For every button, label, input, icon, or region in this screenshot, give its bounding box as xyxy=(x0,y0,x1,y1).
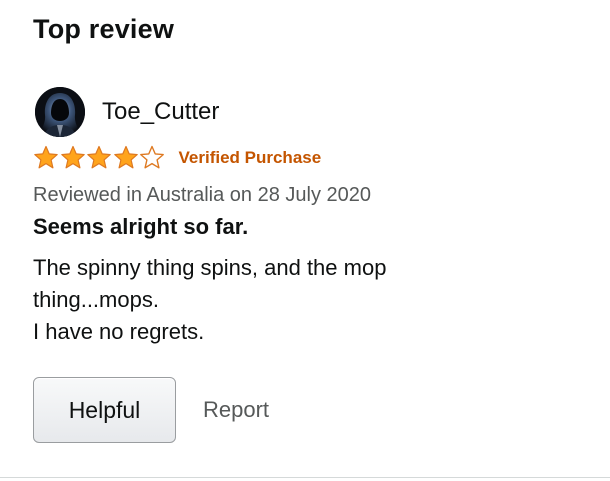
section-title: Top review xyxy=(33,14,175,44)
avatar[interactable] xyxy=(35,87,85,137)
review-date: Reviewed in Australia on 28 July 2020 xyxy=(33,184,371,206)
review-body: The spinny thing spins, and the mop thin… xyxy=(33,255,387,344)
hooded-figure-icon xyxy=(35,87,85,137)
divider xyxy=(0,477,610,478)
verified-purchase-badge[interactable]: Verified Purchase xyxy=(179,148,322,168)
review-card: Top review Toe_Cutter Verified Purchase … xyxy=(0,0,610,481)
helpful-button[interactable]: Helpful xyxy=(33,377,176,443)
star-filled-icon xyxy=(34,145,58,169)
star-filled-icon xyxy=(87,145,111,169)
report-link[interactable]: Report xyxy=(203,397,269,423)
star-filled-icon xyxy=(113,145,138,169)
review-title: Seems alright so far. xyxy=(33,214,249,239)
star-filled-icon xyxy=(60,145,85,169)
rating-row: Verified Purchase xyxy=(33,145,321,170)
star-empty-icon xyxy=(140,145,164,169)
star-rating[interactable] xyxy=(33,145,166,170)
reviewer-username[interactable]: Toe_Cutter xyxy=(102,98,219,126)
reviewer-profile[interactable]: Toe_Cutter xyxy=(35,87,219,137)
